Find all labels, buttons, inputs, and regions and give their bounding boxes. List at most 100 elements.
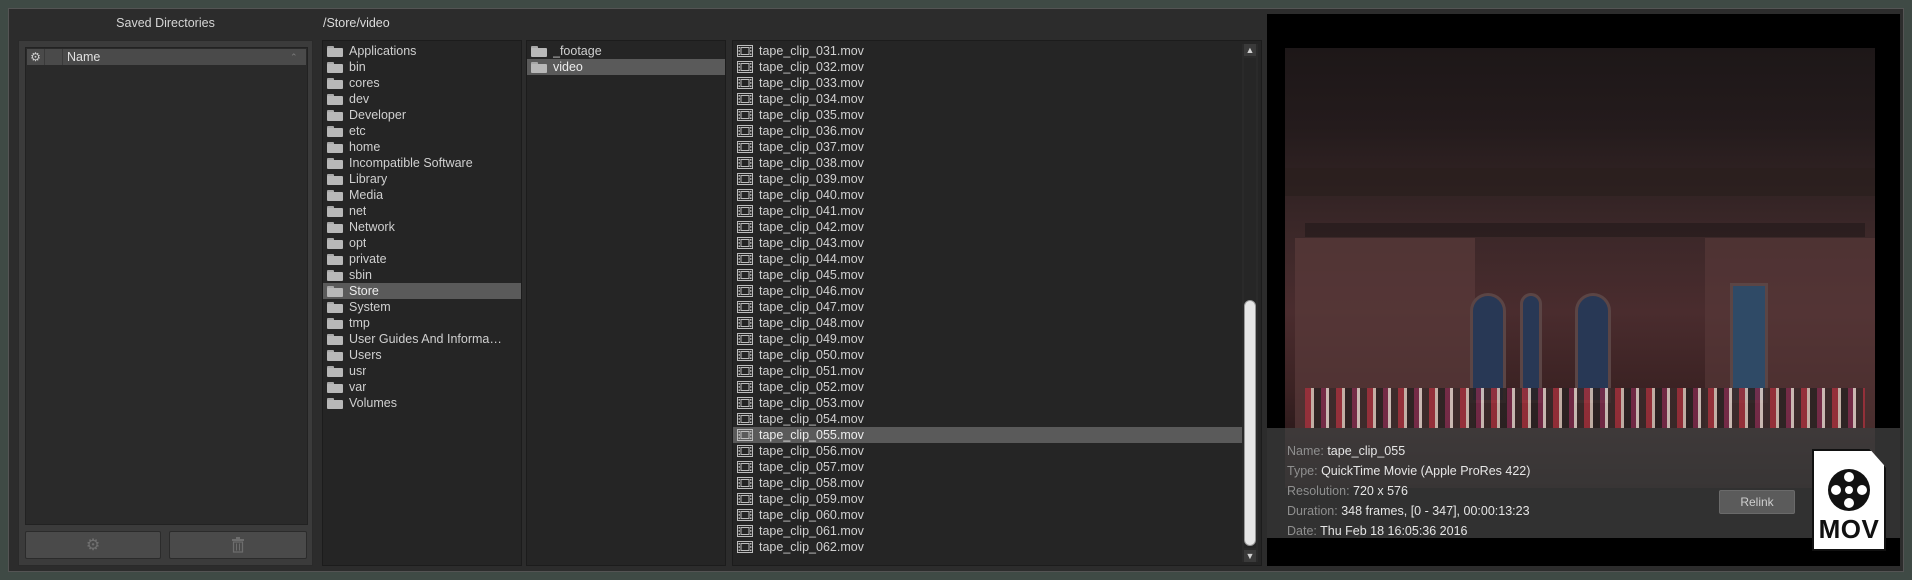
file-item[interactable]: tape_clip_038.mov [733, 155, 1243, 171]
folder-item[interactable]: opt [323, 235, 521, 251]
file-item[interactable]: tape_clip_059.mov [733, 491, 1243, 507]
folder-item[interactable]: Volumes [323, 395, 521, 411]
file-item[interactable]: tape_clip_042.mov [733, 219, 1243, 235]
item-label: sbin [349, 268, 372, 282]
folder-item[interactable]: _footage [527, 43, 725, 59]
video-column-scrollbar[interactable]: ▲ ▼ [1242, 44, 1258, 562]
root-directory-column[interactable]: Applications bin cores dev Developer etc home I… [322, 40, 522, 566]
folder-icon [327, 333, 343, 345]
scroll-down-arrow-icon[interactable]: ▼ [1244, 550, 1256, 562]
file-item[interactable]: tape_clip_054.mov [733, 411, 1243, 427]
file-item[interactable]: tape_clip_039.mov [733, 171, 1243, 187]
file-item[interactable]: tape_clip_062.mov [733, 539, 1243, 555]
file-item[interactable]: tape_clip_043.mov [733, 235, 1243, 251]
film-icon [737, 333, 753, 345]
item-label: Users [349, 348, 382, 362]
file-item[interactable]: tape_clip_040.mov [733, 187, 1243, 203]
folder-icon [327, 45, 343, 57]
duration-value: 348 frames, [0 - 347], 00:00:13:23 [1341, 504, 1530, 518]
folder-item[interactable]: cores [323, 75, 521, 91]
file-item[interactable]: tape_clip_032.mov [733, 59, 1243, 75]
folder-item[interactable]: Users [323, 347, 521, 363]
folder-item[interactable]: net [323, 203, 521, 219]
file-item[interactable]: tape_clip_053.mov [733, 395, 1243, 411]
item-label: Incompatible Software [349, 156, 473, 170]
folder-item[interactable]: home [323, 139, 521, 155]
folder-item[interactable]: Media [323, 187, 521, 203]
saved-directories-list[interactable]: ⚙ Name ⌃ [25, 47, 308, 525]
file-item[interactable]: tape_clip_033.mov [733, 75, 1243, 91]
folder-item[interactable]: System [323, 299, 521, 315]
file-item[interactable]: tape_clip_046.mov [733, 283, 1243, 299]
folder-item[interactable]: Store [323, 283, 521, 299]
folder-item[interactable]: sbin [323, 267, 521, 283]
add-saved-directory-button[interactable]: ⚙ [25, 531, 161, 559]
file-item[interactable]: tape_clip_052.mov [733, 379, 1243, 395]
item-label: var [349, 380, 367, 394]
item-label: tape_clip_042.mov [759, 220, 864, 234]
store-directory-column[interactable]: _footage video [526, 40, 726, 566]
item-label: User Guides And Informa… [349, 332, 502, 346]
folder-item[interactable]: Library [323, 171, 521, 187]
file-item[interactable]: tape_clip_057.mov [733, 459, 1243, 475]
folder-item[interactable]: private [323, 251, 521, 267]
folder-item[interactable]: usr [323, 363, 521, 379]
item-label: tape_clip_044.mov [759, 252, 864, 266]
item-label: tmp [349, 316, 370, 330]
item-label: cores [349, 76, 380, 90]
folder-item[interactable]: Network [323, 219, 521, 235]
file-item[interactable]: tape_clip_036.mov [733, 123, 1243, 139]
file-item[interactable]: tape_clip_049.mov [733, 331, 1243, 347]
folder-item[interactable]: tmp [323, 315, 521, 331]
file-item[interactable]: tape_clip_037.mov [733, 139, 1243, 155]
file-item[interactable]: tape_clip_045.mov [733, 267, 1243, 283]
item-label: Store [349, 284, 379, 298]
folder-item[interactable]: var [323, 379, 521, 395]
name-label: Name: [1287, 444, 1324, 458]
folder-item[interactable]: video [527, 59, 725, 75]
file-item[interactable]: tape_clip_031.mov [733, 43, 1243, 59]
file-item[interactable]: tape_clip_041.mov [733, 203, 1243, 219]
file-item[interactable]: tape_clip_058.mov [733, 475, 1243, 491]
folder-item[interactable]: Developer [323, 107, 521, 123]
folder-item[interactable]: Applications [323, 43, 521, 59]
folder-icon [327, 253, 343, 265]
film-icon [737, 269, 753, 281]
file-item[interactable]: tape_clip_047.mov [733, 299, 1243, 315]
file-item[interactable]: tape_clip_060.mov [733, 507, 1243, 523]
saved-directories-panel: ⚙ Name ⌃ ⚙ [18, 40, 313, 566]
film-icon [737, 253, 753, 265]
file-item[interactable]: tape_clip_055.mov [733, 427, 1243, 443]
film-icon [737, 493, 753, 505]
folder-icon [327, 173, 343, 185]
video-directory-column[interactable]: tape_clip_031.mov tape_clip_032.mov tape_c… [732, 40, 1262, 566]
item-label: tape_clip_043.mov [759, 236, 864, 250]
file-item[interactable]: tape_clip_051.mov [733, 363, 1243, 379]
resolution-label: Resolution: [1287, 484, 1350, 498]
name-column-header[interactable]: Name [63, 50, 290, 64]
scroll-thumb[interactable] [1244, 300, 1256, 546]
folder-item[interactable]: User Guides And Informa… [323, 331, 521, 347]
relink-button[interactable]: Relink [1719, 490, 1795, 514]
file-item[interactable]: tape_clip_035.mov [733, 107, 1243, 123]
folder-icon [327, 221, 343, 233]
delete-saved-directory-button[interactable] [169, 531, 307, 559]
film-icon [737, 157, 753, 169]
folder-item[interactable]: bin [323, 59, 521, 75]
film-icon [737, 525, 753, 537]
scroll-up-arrow-icon[interactable]: ▲ [1244, 44, 1256, 56]
folder-item[interactable]: etc [323, 123, 521, 139]
film-icon [737, 141, 753, 153]
file-item[interactable]: tape_clip_044.mov [733, 251, 1243, 267]
saved-directories-column-header: ⚙ Name ⌃ [27, 49, 306, 65]
item-label: Network [349, 220, 395, 234]
file-item[interactable]: tape_clip_050.mov [733, 347, 1243, 363]
folder-item[interactable]: Incompatible Software [323, 155, 521, 171]
folder-item[interactable]: dev [323, 91, 521, 107]
gear-icon[interactable]: ⚙ [27, 49, 45, 65]
folder-icon [327, 77, 343, 89]
file-item[interactable]: tape_clip_056.mov [733, 443, 1243, 459]
file-item[interactable]: tape_clip_048.mov [733, 315, 1243, 331]
file-item[interactable]: tape_clip_061.mov [733, 523, 1243, 539]
file-item[interactable]: tape_clip_034.mov [733, 91, 1243, 107]
